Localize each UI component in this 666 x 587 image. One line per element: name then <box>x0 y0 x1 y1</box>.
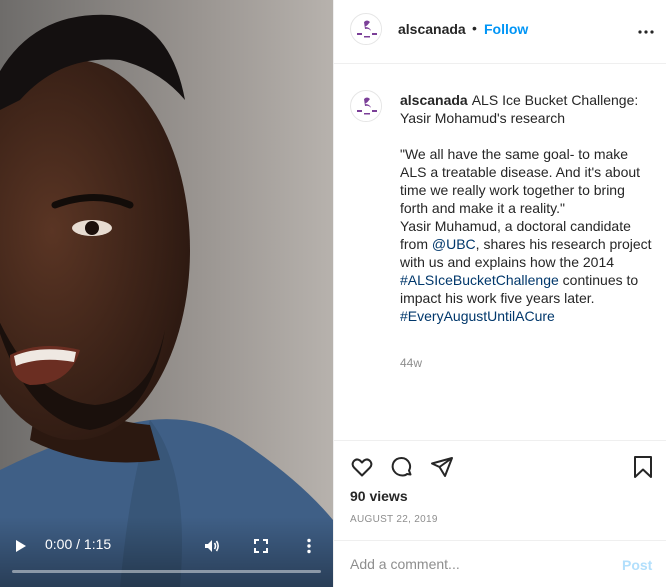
mention-link[interactable]: @UBC <box>432 236 476 252</box>
view-count[interactable]: 90 views <box>350 488 408 504</box>
time-ago: 44w <box>400 356 423 370</box>
hashtag-link[interactable]: #ALSIceBucketChallenge <box>400 272 559 288</box>
caption-username[interactable]: alscanada <box>400 92 468 108</box>
more-horizontal-icon[interactable] <box>636 28 656 36</box>
comment-input[interactable] <box>350 551 610 577</box>
follow-button[interactable]: Follow <box>484 21 528 37</box>
caption-gap <box>400 127 652 145</box>
post-actions: 90 views AUGUST 22, 2019 <box>334 440 666 540</box>
video-player[interactable]: 0:00 / 1:15 <box>0 0 333 587</box>
header-username[interactable]: alscanada <box>398 21 466 37</box>
post-body: Yasir Muhamud, a doctoral candidate from… <box>400 217 652 325</box>
post-panel: alscanada • Follow alscanada ALS Ice Buck… <box>333 0 666 587</box>
separator-dot: • <box>472 20 477 36</box>
als-logo-icon <box>352 15 381 44</box>
avatar[interactable] <box>350 13 382 45</box>
video-frame <box>0 0 333 587</box>
volume-icon[interactable] <box>203 537 221 555</box>
fullscreen-icon[interactable] <box>253 538 269 554</box>
post-button[interactable]: Post <box>622 557 652 573</box>
comment-box: Post <box>334 540 666 587</box>
caption-avatar[interactable] <box>350 90 382 122</box>
post-quote: "We all have the same goal- to make ALS … <box>400 146 641 216</box>
als-logo-icon <box>352 92 381 121</box>
video-scrubber[interactable] <box>12 570 321 573</box>
post-header: alscanada • Follow <box>334 0 666 64</box>
video-controls: 0:00 / 1:15 <box>0 527 333 587</box>
hashtag-link[interactable]: #EveryAugustUntilACure <box>400 308 555 324</box>
caption-area: alscanada ALS Ice Bucket Challenge: Yasir… <box>334 64 666 440</box>
comment-icon[interactable] <box>390 455 414 479</box>
post-caption: alscanada ALS Ice Bucket Challenge: Yasir… <box>400 91 652 325</box>
play-icon[interactable] <box>12 538 28 554</box>
bookmark-icon[interactable] <box>631 455 655 479</box>
more-vertical-icon[interactable] <box>300 537 318 555</box>
video-time: 0:00 / 1:15 <box>45 536 112 552</box>
heart-icon[interactable] <box>350 455 374 479</box>
post-date: AUGUST 22, 2019 <box>350 514 438 525</box>
share-icon[interactable] <box>430 455 454 479</box>
